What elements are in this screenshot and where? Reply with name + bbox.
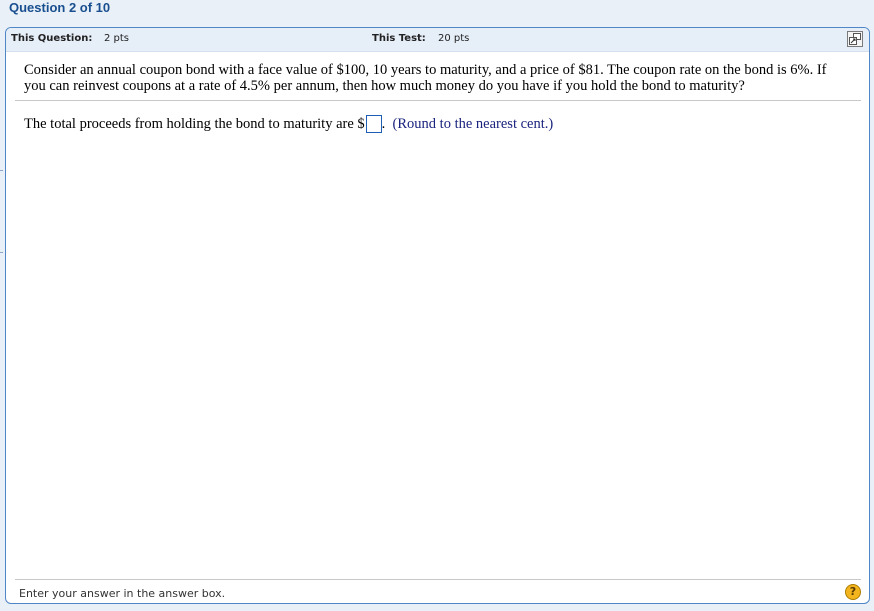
- left-edge-tick: [0, 170, 3, 171]
- this-question-label: This Question:: [11, 33, 93, 44]
- answer-suffix-text: .: [381, 116, 386, 132]
- rounding-instruction: (Round to the nearest cent.): [392, 116, 554, 132]
- footer-instruction: Enter your answer in the answer box.: [19, 587, 226, 600]
- answer-sentence: The total proceeds from holding the bond…: [24, 114, 553, 134]
- question-panel: This Question: 2 pts This Test: 20 pts C…: [5, 27, 870, 604]
- panel-header: This Question: 2 pts This Test: 20 pts: [6, 28, 869, 52]
- answer-input-box[interactable]: [365, 115, 382, 133]
- footer-divider: [15, 579, 861, 580]
- question-page: Question 2 of 10 This Question: 2 pts Th…: [0, 0, 874, 611]
- question-prompt: Consider an annual coupon bond with a fa…: [24, 62, 827, 94]
- help-icon[interactable]: ?: [845, 584, 861, 600]
- answer-prefix-text: The total proceeds from holding the bond…: [24, 116, 365, 132]
- question-number-heading: Question 2 of 10: [9, 0, 111, 15]
- this-test-points: 20 pts: [438, 33, 470, 44]
- this-test-label: This Test:: [372, 33, 426, 44]
- this-question-points: 2 pts: [104, 33, 130, 44]
- expand-window-icon[interactable]: [847, 31, 863, 47]
- left-edge-tick: [0, 252, 3, 253]
- question-divider: [15, 100, 861, 101]
